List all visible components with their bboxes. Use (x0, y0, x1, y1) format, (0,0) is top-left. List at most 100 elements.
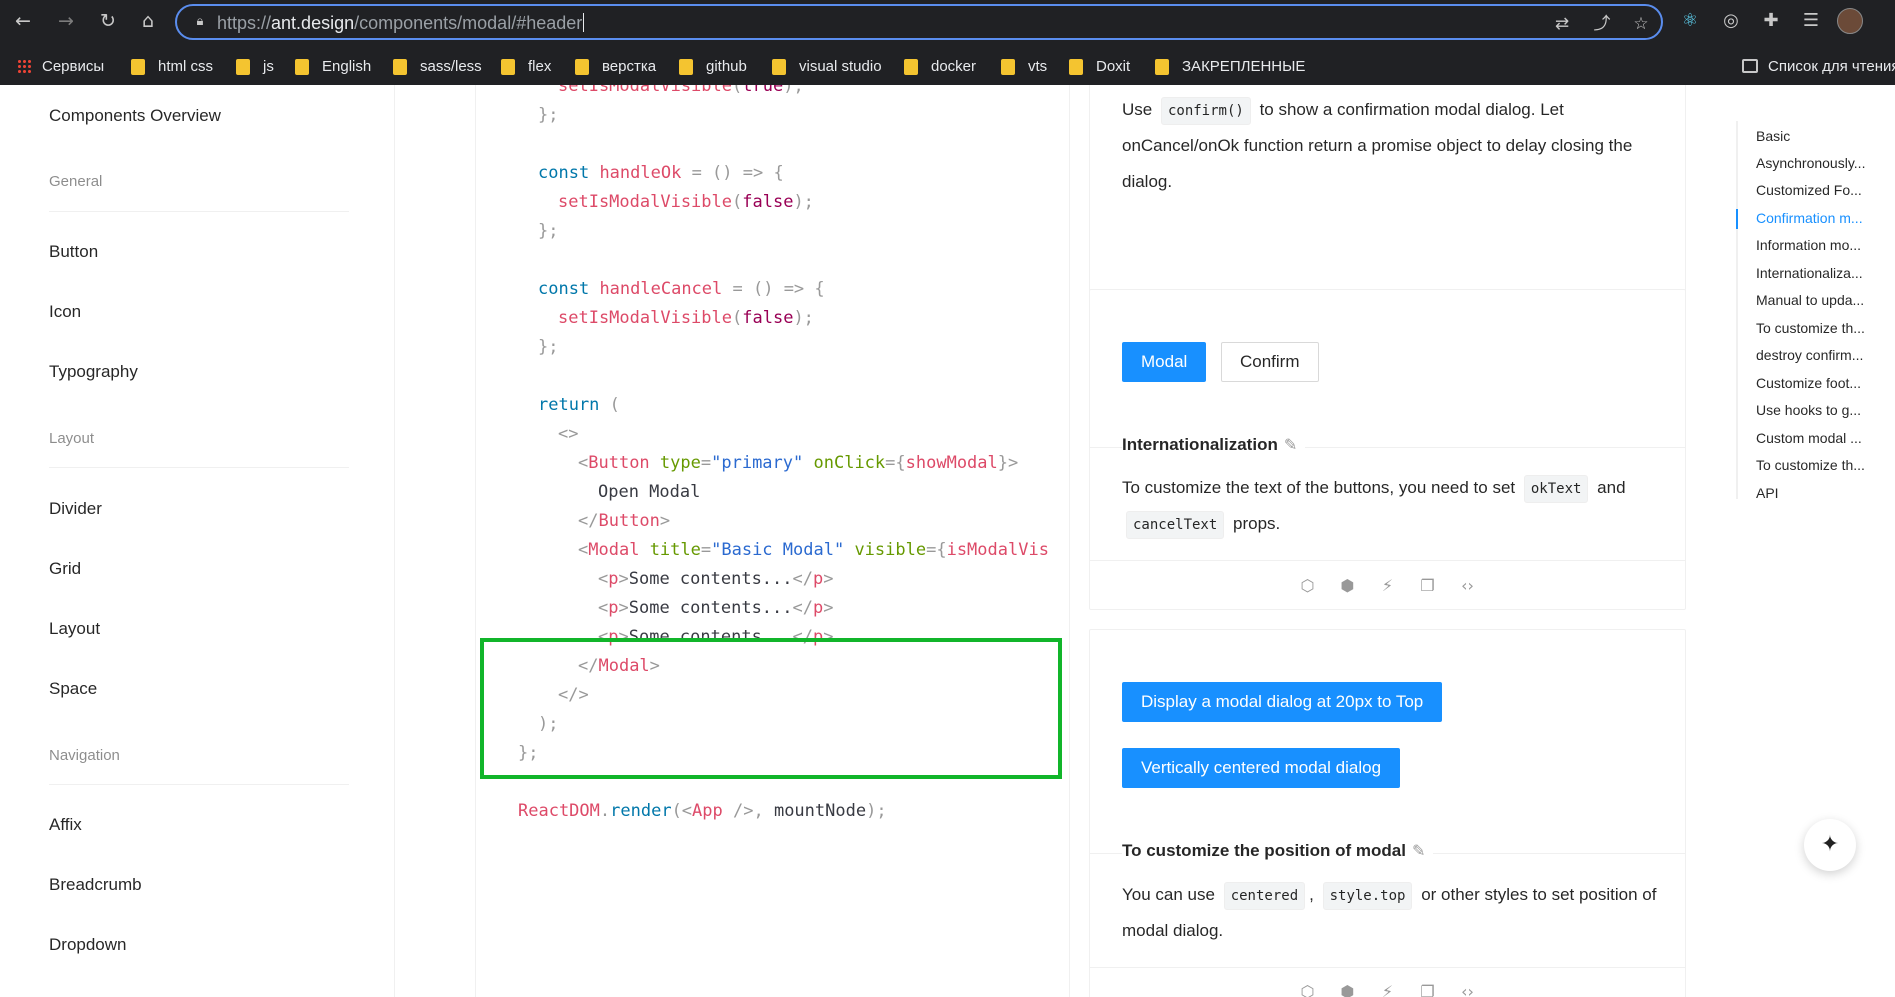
code-line: <Modal title="Basic Modal" visible={isMo… (578, 540, 1049, 560)
copy-icon[interactable]: ❐ (1417, 575, 1439, 597)
bookmark-folder[interactable]: English (295, 54, 371, 78)
card-actions: ⬡ ⬢ ⚡︎ ❐ ‹› (1090, 981, 1685, 997)
toc-item[interactable]: Custom modal ... (1756, 430, 1895, 446)
folder-icon (772, 59, 786, 75)
folder-icon (131, 59, 145, 75)
modal-button[interactable]: Modal (1122, 342, 1207, 382)
nav-item-space[interactable]: Space (49, 679, 97, 699)
bookmark-folder[interactable]: верстка (575, 54, 656, 78)
media-queue-icon[interactable]: ☰ (1798, 8, 1824, 34)
toc-item[interactable]: Basic (1756, 128, 1895, 144)
nav-item-typography[interactable]: Typography (49, 362, 138, 382)
card-divider (1090, 560, 1685, 561)
code-line: ReactDOM.render(<App />, mountNode); (518, 801, 887, 821)
nav-item-icon[interactable]: Icon (49, 302, 81, 322)
toc-item[interactable]: Asynchronously... (1756, 155, 1895, 171)
bookmark-folder[interactable]: js (236, 54, 274, 78)
profile-avatar[interactable] (1837, 8, 1863, 34)
bookmark-folder[interactable]: Doxit (1069, 54, 1130, 78)
toc-item[interactable]: To customize th... (1756, 320, 1895, 336)
address-bar[interactable]: 🔒︎ https://ant.design/components/modal/#… (175, 4, 1663, 40)
copy-icon[interactable]: ❐ (1417, 981, 1439, 997)
url-text[interactable]: https://ant.design/components/modal/#hea… (217, 13, 585, 33)
home-icon[interactable]: ⌂ (133, 6, 163, 36)
code-panel[interactable]: setIsModalVisible(true); }; const handle… (475, 85, 1070, 997)
apps-grid-icon (17, 58, 32, 74)
nav-item-dropdown[interactable]: Dropdown (49, 935, 127, 955)
bookmark-label: верстка (602, 57, 657, 75)
confirm-button[interactable]: Confirm (1221, 342, 1319, 382)
code-line: setIsModalVisible(true); (558, 85, 804, 96)
toc-item-active[interactable]: Confirmation m... (1756, 210, 1895, 226)
bookmark-star-icon[interactable]: ☆ (1630, 13, 1652, 35)
riddle-icon[interactable]: ⚡︎ (1377, 981, 1399, 997)
display-top-button[interactable]: Display a modal dialog at 20px to Top (1122, 682, 1443, 722)
bookmark-folder[interactable]: html css (131, 54, 213, 78)
bookmark-folder[interactable]: flex (501, 54, 551, 78)
edit-icon[interactable]: ✎ (1284, 435, 1297, 454)
toc-item[interactable]: Customized Fo... (1756, 182, 1895, 198)
codesandbox-icon[interactable]: ⬡ (1297, 981, 1319, 997)
toc-item[interactable]: Customize foot... (1756, 375, 1895, 391)
extensions-puzzle-icon[interactable]: ✚ (1758, 8, 1784, 34)
code-expand-icon[interactable]: ‹› (1457, 981, 1479, 997)
code-tag: centered (1223, 882, 1306, 910)
bookmark-label: Сервисы (42, 57, 105, 75)
nav-group-navigation: Navigation (49, 747, 120, 764)
codepen-icon[interactable]: ⬢ (1337, 575, 1359, 597)
extension-target-icon[interactable]: ◎ (1718, 8, 1744, 34)
nav-item-components-overview[interactable]: Components Overview (49, 106, 221, 126)
nav-item-divider[interactable]: Divider (49, 499, 102, 519)
bookmark-folder[interactable]: sass/less (393, 54, 482, 78)
vertically-centered-button[interactable]: Vertically centered modal dialog (1122, 748, 1401, 788)
back-icon[interactable]: ← (8, 6, 38, 36)
code-expand-icon[interactable]: ‹› (1457, 575, 1479, 597)
forward-icon[interactable]: → (51, 6, 81, 36)
toc-item[interactable]: Internationaliza... (1756, 265, 1895, 281)
react-devtools-icon[interactable]: ⚛ (1677, 8, 1703, 34)
folder-icon (1155, 59, 1169, 75)
bookmark-label: js (263, 57, 274, 75)
toc-item[interactable]: Information mo... (1756, 237, 1895, 253)
nav-item-grid[interactable]: Grid (49, 559, 81, 579)
card-actions: ⬡ ⬢ ⚡︎ ❐ ‹› (1090, 575, 1685, 605)
nav-item-button[interactable]: Button (49, 242, 98, 262)
nav-divider (49, 784, 349, 785)
bookmark-folder[interactable]: ЗАКРЕПЛЕННЫЕ (1155, 54, 1305, 78)
codesandbox-icon[interactable]: ⬡ (1297, 575, 1319, 597)
bookmark-folder[interactable]: github (679, 54, 747, 78)
nav-item-affix[interactable]: Affix (49, 815, 82, 835)
text-caret (583, 13, 585, 32)
card-description: You can use centered, style.top or other… (1122, 877, 1662, 949)
nav-item-breadcrumb[interactable]: Breadcrumb (49, 875, 142, 895)
code-line: <Button type="primary" onClick={showModa… (578, 453, 1019, 473)
theme-toggle-icon[interactable]: ✦ (1804, 819, 1856, 871)
riddle-icon[interactable]: ⚡︎ (1377, 575, 1399, 597)
code-line: }; (538, 221, 559, 241)
card-divider (1090, 967, 1685, 968)
toc-item[interactable]: Manual to upda... (1756, 292, 1895, 308)
bookmark-apps[interactable]: Сервисы (17, 54, 104, 78)
code-line: <p>Some contents...</p> (598, 598, 834, 618)
code-line: <p>Some contents...</p> (598, 569, 834, 589)
bookmarks-bar: Сервисы html css js English sass/less fl… (0, 48, 1895, 85)
toc-rail (1736, 121, 1738, 499)
bookmark-folder[interactable]: vts (1001, 54, 1047, 78)
bookmark-folder[interactable]: docker (904, 54, 976, 78)
share-icon[interactable]: ⤴ (1591, 13, 1613, 35)
codepen-icon[interactable]: ⬢ (1337, 981, 1359, 997)
bookmark-label: flex (528, 57, 552, 75)
toc-item[interactable]: destroy confirm... (1756, 347, 1895, 363)
toc-item[interactable]: API (1756, 485, 1895, 501)
reading-list[interactable]: Список для чтения (1742, 54, 1895, 78)
toc-item[interactable]: To customize th... (1756, 457, 1895, 473)
translate-icon[interactable]: ⇄ (1551, 13, 1573, 35)
nav-item-layout[interactable]: Layout (49, 619, 100, 639)
reload-icon[interactable]: ↻ (93, 6, 123, 36)
nav-group-layout: Layout (49, 430, 95, 447)
toc-item[interactable]: Use hooks to g... (1756, 402, 1895, 418)
folder-icon (236, 59, 250, 75)
folder-icon (295, 59, 309, 75)
bookmark-folder[interactable]: visual studio (772, 54, 882, 78)
edit-icon[interactable]: ✎ (1412, 841, 1425, 860)
